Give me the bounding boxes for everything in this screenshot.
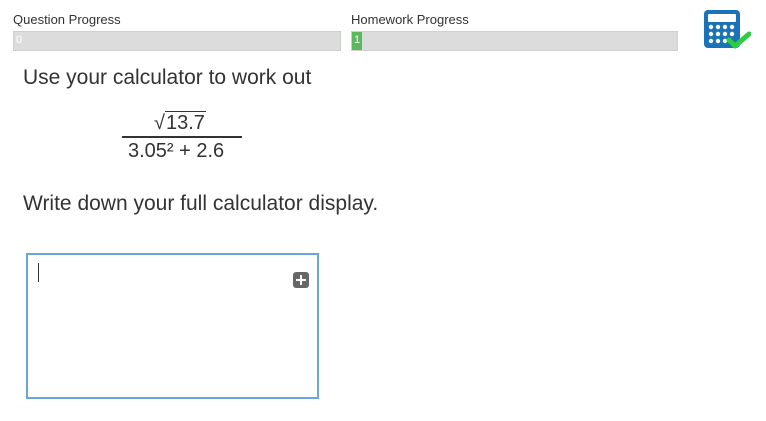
- text-cursor: [38, 263, 39, 282]
- question-instruction: Use your calculator to work out: [23, 66, 312, 89]
- question-prompt: Write down your full calculator display.: [23, 192, 379, 215]
- calculator-allowed-icon: [704, 10, 751, 49]
- fraction-expression: √13.7 3.05² + 2.6: [118, 108, 246, 164]
- radicand: 13.7: [164, 111, 206, 134]
- homework-progress-label: Homework Progress: [351, 12, 469, 27]
- fraction-numerator: √13.7: [154, 111, 206, 135]
- fraction-denominator: 3.05² + 2.6: [128, 140, 225, 162]
- question-progress-value: 0: [16, 34, 23, 46]
- answer-input[interactable]: [26, 253, 319, 399]
- add-symbol-button[interactable]: [293, 272, 309, 288]
- fraction-bar: [122, 136, 242, 138]
- sqrt-symbol: √: [154, 112, 165, 134]
- homework-progress-bar: 1: [351, 31, 678, 51]
- question-progress-label: Question Progress: [13, 12, 121, 27]
- homework-progress-value: 1: [354, 34, 361, 46]
- question-progress-bar: 0: [13, 31, 341, 51]
